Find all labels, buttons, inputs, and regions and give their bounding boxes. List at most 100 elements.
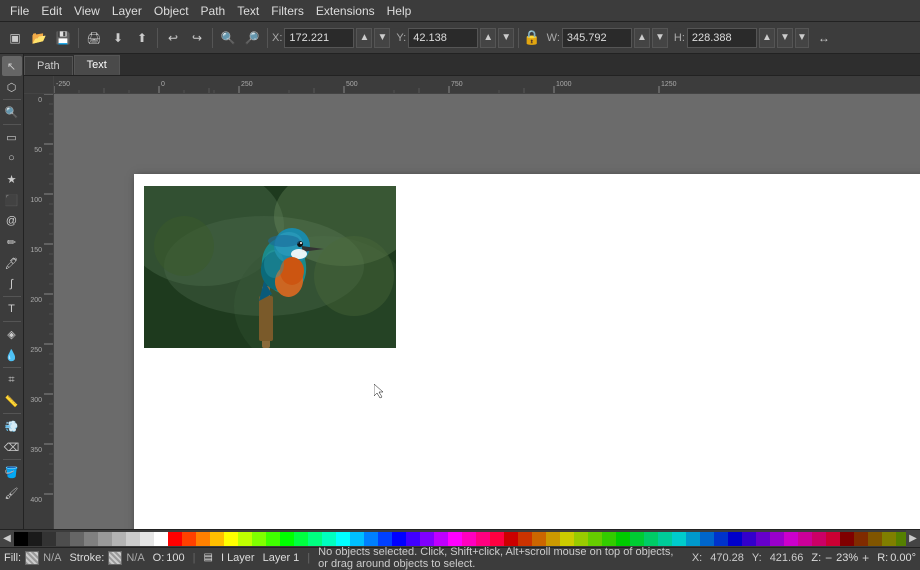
- color-swatch[interactable]: [364, 532, 378, 546]
- color-swatch[interactable]: [546, 532, 560, 546]
- color-swatch[interactable]: [448, 532, 462, 546]
- coord-y-up[interactable]: ▲: [480, 28, 496, 48]
- color-swatch[interactable]: [728, 532, 742, 546]
- color-swatch[interactable]: [686, 532, 700, 546]
- menu-extensions[interactable]: Extensions: [310, 2, 381, 20]
- color-swatch[interactable]: [28, 532, 42, 546]
- color-swatch[interactable]: [518, 532, 532, 546]
- color-swatch[interactable]: [854, 532, 868, 546]
- fill-color-box[interactable]: [25, 551, 39, 565]
- palette-scroll-right[interactable]: ▶: [906, 530, 920, 548]
- toolbar-open[interactable]: 📂: [28, 27, 50, 49]
- color-swatch[interactable]: [196, 532, 210, 546]
- color-swatch[interactable]: [420, 532, 434, 546]
- color-swatch[interactable]: [280, 532, 294, 546]
- color-swatch[interactable]: [490, 532, 504, 546]
- menu-view[interactable]: View: [68, 2, 106, 20]
- tool-pen[interactable]: 🖊: [2, 253, 22, 273]
- layer-value[interactable]: Layer 1: [263, 552, 300, 564]
- color-swatch[interactable]: [714, 532, 728, 546]
- color-swatch[interactable]: [56, 532, 70, 546]
- color-swatch[interactable]: [532, 532, 546, 546]
- tool-spiral[interactable]: @: [2, 211, 22, 231]
- color-swatch[interactable]: [210, 532, 224, 546]
- coord-x-up[interactable]: ▲: [356, 28, 372, 48]
- coord-y-input[interactable]: [408, 28, 478, 48]
- lock-icon[interactable]: 🔒: [523, 29, 540, 46]
- color-swatch[interactable]: [574, 532, 588, 546]
- menu-text[interactable]: Text: [231, 2, 265, 20]
- color-swatch[interactable]: [770, 532, 784, 546]
- tool-paint[interactable]: 🖌: [2, 483, 22, 503]
- color-swatch[interactable]: [350, 532, 364, 546]
- color-swatch[interactable]: [140, 532, 154, 546]
- tool-calligraphy[interactable]: ∫: [2, 274, 22, 294]
- color-swatch[interactable]: [840, 532, 854, 546]
- tool-fill[interactable]: 🪣: [2, 462, 22, 482]
- color-swatch[interactable]: [238, 532, 252, 546]
- image-object[interactable]: [144, 186, 396, 348]
- tool-rect[interactable]: ▭: [2, 127, 22, 147]
- toolbar-undo[interactable]: ↩: [162, 27, 184, 49]
- color-swatch[interactable]: [504, 532, 518, 546]
- color-swatch[interactable]: [84, 532, 98, 546]
- tool-star[interactable]: ★: [2, 169, 22, 189]
- color-swatch[interactable]: [868, 532, 882, 546]
- toolbar-zoom-out[interactable]: 🔎: [241, 27, 263, 49]
- coord-y-down[interactable]: ▼: [498, 28, 514, 48]
- palette-scroll-left[interactable]: ◀: [0, 530, 14, 548]
- color-swatch[interactable]: [14, 532, 28, 546]
- color-swatch[interactable]: [266, 532, 280, 546]
- tool-pencil[interactable]: ✏: [2, 232, 22, 252]
- menu-path[interactable]: Path: [195, 2, 232, 20]
- color-swatch[interactable]: [826, 532, 840, 546]
- coord-x-input[interactable]: [284, 28, 354, 48]
- color-swatch[interactable]: [616, 532, 630, 546]
- menu-object[interactable]: Object: [148, 2, 195, 20]
- tool-node[interactable]: ⬡: [2, 77, 22, 97]
- coord-w-up[interactable]: ▲: [634, 28, 650, 48]
- color-swatch[interactable]: [434, 532, 448, 546]
- tool-3d[interactable]: ⬛: [2, 190, 22, 210]
- color-swatch[interactable]: [98, 532, 112, 546]
- tool-ellipse[interactable]: ○: [2, 148, 22, 168]
- color-swatch[interactable]: [812, 532, 826, 546]
- color-swatch[interactable]: [896, 532, 906, 546]
- color-swatch[interactable]: [126, 532, 140, 546]
- color-swatch[interactable]: [658, 532, 672, 546]
- color-swatch[interactable]: [224, 532, 238, 546]
- zoom-out-btn[interactable]: −: [825, 551, 832, 565]
- toolbar-redo[interactable]: ↪: [186, 27, 208, 49]
- tool-spray[interactable]: 💨: [2, 416, 22, 436]
- toolbar-print[interactable]: 🖨: [83, 27, 105, 49]
- tab-path[interactable]: Path: [24, 56, 73, 75]
- layer-indicator[interactable]: I Layer: [221, 552, 255, 564]
- tool-eraser[interactable]: ⌫: [2, 437, 22, 457]
- coord-h-input[interactable]: [687, 28, 757, 48]
- tool-text[interactable]: T: [2, 299, 22, 319]
- tool-gradient[interactable]: ◈: [2, 324, 22, 344]
- color-swatch[interactable]: [700, 532, 714, 546]
- color-swatch[interactable]: [378, 532, 392, 546]
- color-swatch[interactable]: [70, 532, 84, 546]
- color-swatch[interactable]: [294, 532, 308, 546]
- color-swatch[interactable]: [252, 532, 266, 546]
- color-swatch[interactable]: [336, 532, 350, 546]
- color-swatch[interactable]: [154, 532, 168, 546]
- zoom-in-btn[interactable]: +: [862, 551, 869, 565]
- coord-h-up[interactable]: ▲: [759, 28, 775, 48]
- color-swatch[interactable]: [182, 532, 196, 546]
- coord-x-down[interactable]: ▼: [374, 28, 390, 48]
- color-swatch[interactable]: [322, 532, 336, 546]
- color-swatch[interactable]: [882, 532, 896, 546]
- toolbar-import[interactable]: ⬇: [107, 27, 129, 49]
- toolbar-transform[interactable]: ↔: [813, 27, 835, 49]
- menu-file[interactable]: File: [4, 2, 35, 20]
- tab-text[interactable]: Text: [74, 55, 120, 75]
- color-swatch[interactable]: [392, 532, 406, 546]
- toolbar-export[interactable]: ⬆: [131, 27, 153, 49]
- color-swatch[interactable]: [798, 532, 812, 546]
- coord-w-input[interactable]: [562, 28, 632, 48]
- color-swatch[interactable]: [168, 532, 182, 546]
- color-swatch[interactable]: [112, 532, 126, 546]
